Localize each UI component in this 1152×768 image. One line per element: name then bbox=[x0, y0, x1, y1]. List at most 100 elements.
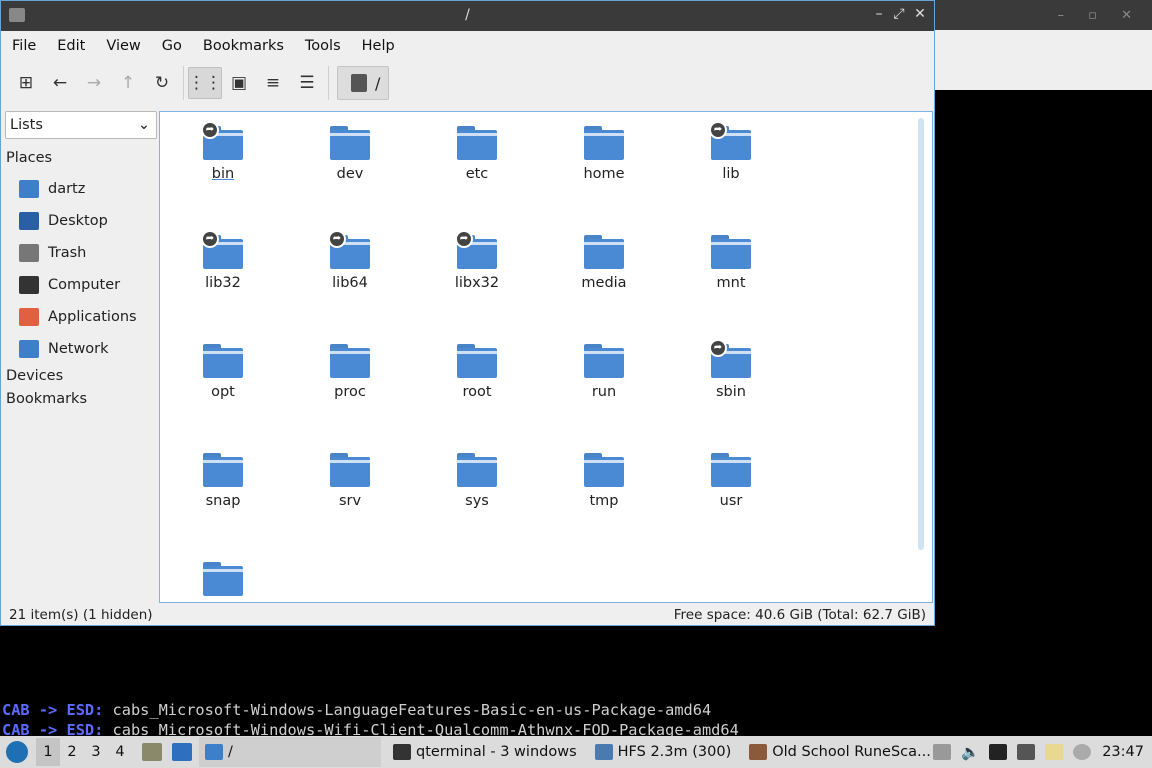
folder-item[interactable]: ➦ lib64 bbox=[295, 230, 405, 291]
side-pane-mode-select[interactable]: Lists ⌄ bbox=[5, 111, 157, 139]
folder-name: root bbox=[462, 384, 492, 400]
symlink-arrow-icon: ➦ bbox=[328, 230, 346, 248]
menu-edit[interactable]: Edit bbox=[57, 38, 85, 54]
workspace-3[interactable]: 3 bbox=[84, 744, 108, 760]
folder-item[interactable]: opt bbox=[168, 342, 278, 400]
folder-name: lib bbox=[722, 166, 740, 182]
symlink-arrow-icon: ➦ bbox=[201, 121, 219, 139]
folder-item[interactable]: home bbox=[549, 124, 659, 182]
up-arrow-icon[interactable]: ↑ bbox=[111, 67, 145, 99]
workspace-1[interactable]: 1 bbox=[36, 738, 60, 766]
menu-go[interactable]: Go bbox=[162, 38, 182, 54]
menu-tools[interactable]: Tools bbox=[305, 38, 341, 54]
home-folder-icon bbox=[19, 180, 39, 198]
thumbnail-view-icon[interactable]: ▣ bbox=[222, 67, 256, 99]
maximize-icon[interactable]: ⤢ bbox=[890, 6, 908, 22]
folder-name: bin bbox=[211, 166, 235, 182]
removable-media-icon[interactable] bbox=[933, 744, 952, 760]
folder-item[interactable]: ➦ lib bbox=[676, 121, 786, 182]
menu-bookmarks[interactable]: Bookmarks bbox=[203, 38, 284, 54]
side-pane: Lists ⌄ Places dartz Desktop Trash Computer… bbox=[5, 111, 157, 414]
folder-item[interactable]: ➦ lib32 bbox=[168, 230, 278, 291]
folder-item[interactable]: ➦ sbin bbox=[676, 339, 786, 400]
start-menu-icon[interactable] bbox=[6, 741, 28, 763]
place-label: dartz bbox=[48, 181, 86, 197]
menu-view[interactable]: View bbox=[106, 38, 140, 54]
devices-header[interactable]: Devices bbox=[6, 368, 157, 391]
network-icon bbox=[19, 340, 39, 358]
folder-name: etc bbox=[465, 166, 489, 182]
folder-item[interactable]: root bbox=[422, 342, 532, 400]
volume-icon[interactable]: 🔈 bbox=[961, 744, 980, 760]
folder-name: srv bbox=[338, 493, 362, 509]
background-window-controls[interactable]: – ▫ ✕ bbox=[1058, 8, 1142, 23]
folder-item[interactable]: sys bbox=[422, 451, 532, 509]
place-label: Desktop bbox=[48, 213, 108, 229]
terminal-text: cabs_Microsoft-Windows-LanguageFeatures-… bbox=[112, 701, 712, 719]
workspace-2[interactable]: 2 bbox=[60, 744, 84, 760]
place-trash[interactable]: Trash bbox=[5, 237, 157, 269]
menu-help[interactable]: Help bbox=[362, 38, 395, 54]
folder-item[interactable]: run bbox=[549, 342, 659, 400]
chevron-down-icon: ⌄ bbox=[137, 117, 150, 133]
folder-item[interactable]: dev bbox=[295, 124, 405, 182]
folder-item[interactable]: proc bbox=[295, 342, 405, 400]
reload-icon[interactable]: ↻ bbox=[145, 67, 179, 99]
title-bar[interactable]: / – ⤢ ✕ bbox=[1, 1, 934, 31]
keyboard-layout-icon[interactable] bbox=[989, 744, 1008, 760]
place-dartz[interactable]: dartz bbox=[5, 173, 157, 205]
back-arrow-icon[interactable]: ← bbox=[43, 67, 77, 99]
compact-view-icon[interactable]: ≡ bbox=[256, 67, 290, 99]
workspace-4[interactable]: 4 bbox=[108, 744, 132, 760]
folder-item[interactable]: usr bbox=[676, 451, 786, 509]
show-desktop-icon[interactable] bbox=[172, 743, 192, 761]
forward-arrow-icon[interactable]: → bbox=[77, 67, 111, 99]
folder-view[interactable]: ➦ bin dev etc home ➦ lib ➦ lib32 ➦ lib64 ➦ libx32 med… bbox=[159, 111, 933, 603]
folder-item[interactable]: media bbox=[549, 233, 659, 291]
clock[interactable]: 23:47 bbox=[1102, 744, 1144, 760]
path-button[interactable]: / bbox=[337, 66, 389, 100]
places-header[interactable]: Places bbox=[6, 150, 157, 173]
window-title: / bbox=[465, 7, 470, 23]
file-manager-launcher-icon[interactable] bbox=[142, 743, 162, 761]
folder-icon bbox=[203, 451, 243, 487]
minimize-icon[interactable]: – bbox=[870, 6, 888, 22]
place-desktop[interactable]: Desktop bbox=[5, 205, 157, 237]
clipboard-icon[interactable] bbox=[1045, 744, 1064, 760]
folder-item[interactable]: etc bbox=[422, 124, 532, 182]
detailed-list-view-icon[interactable]: ☰ bbox=[290, 67, 324, 99]
folder-icon bbox=[203, 342, 243, 378]
terminal-line: CAB -> ESD: cabs_Microsoft-Windows-Langu… bbox=[2, 700, 776, 720]
folder-item[interactable]: tmp bbox=[549, 451, 659, 509]
folder-icon bbox=[584, 124, 624, 160]
new-tab-icon[interactable]: ⊞ bbox=[9, 67, 43, 99]
folder-item[interactable] bbox=[168, 560, 278, 602]
computer-icon bbox=[19, 276, 39, 294]
notifications-icon[interactable] bbox=[1073, 744, 1092, 760]
folder-name: dev bbox=[336, 166, 364, 182]
close-icon[interactable]: ✕ bbox=[911, 6, 929, 22]
scrollbar[interactable] bbox=[918, 118, 924, 550]
folder-icon bbox=[330, 342, 370, 378]
place-network[interactable]: Network bbox=[5, 333, 157, 365]
folder-icon bbox=[584, 451, 624, 487]
menu-bar: File Edit View Go Bookmarks Tools Help bbox=[1, 31, 934, 61]
bookmarks-header[interactable]: Bookmarks bbox=[6, 391, 157, 414]
folder-name: opt bbox=[211, 384, 235, 400]
menu-file[interactable]: File bbox=[12, 38, 36, 54]
place-computer[interactable]: Computer bbox=[5, 269, 157, 301]
folder-item[interactable]: srv bbox=[295, 451, 405, 509]
folder-item[interactable]: ➦ libx32 bbox=[422, 230, 532, 291]
taskbar-task[interactable]: / bbox=[199, 737, 381, 767]
folder-name: libx32 bbox=[454, 275, 500, 291]
taskbar-task[interactable]: HFS 2.3m (300) bbox=[589, 737, 738, 767]
icon-view-icon[interactable]: ⋮⋮ bbox=[188, 67, 222, 99]
taskbar-task[interactable]: qterminal - 3 windows bbox=[387, 737, 583, 767]
network-icon[interactable] bbox=[1017, 744, 1036, 760]
taskbar-task[interactable]: Old School RuneSca... bbox=[743, 737, 937, 767]
folder-item[interactable]: snap bbox=[168, 451, 278, 509]
folder-item[interactable]: mnt bbox=[676, 233, 786, 291]
folder-item[interactable]: ➦ bin bbox=[168, 121, 278, 182]
task-label: Old School RuneSca... bbox=[772, 744, 931, 760]
place-applications[interactable]: Applications bbox=[5, 301, 157, 333]
